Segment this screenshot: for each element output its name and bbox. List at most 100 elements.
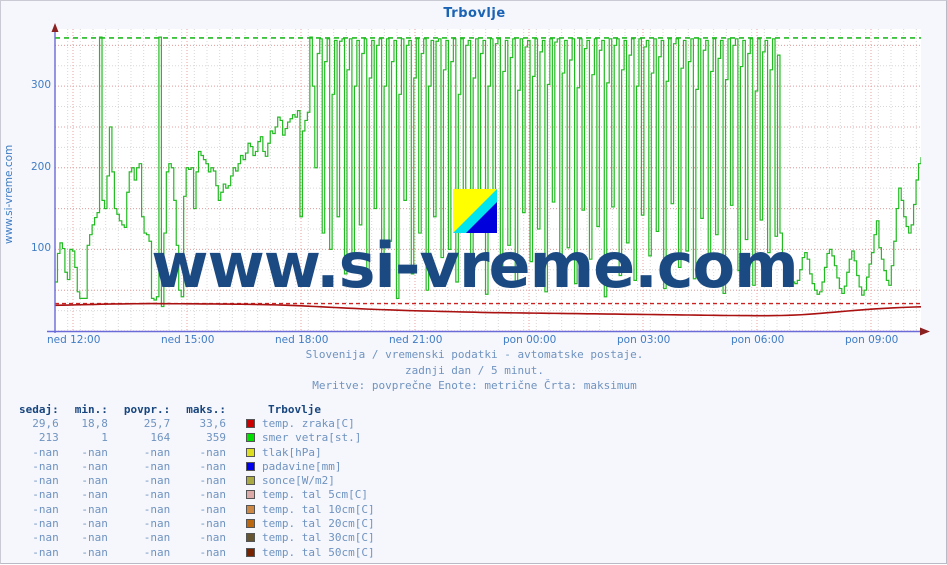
legend-label: temp. tal 30cm[C] [261,531,375,545]
y-tick-label: 300 [30,79,51,92]
cell-sedaj: -nan [32,445,59,459]
legend-color-swatch [245,533,255,543]
cell-sedaj: -nan [32,474,59,488]
legend-color-swatch [245,504,255,514]
table-row: -nan -nan -nan -nan temp. tal 50cm[C] [19,545,375,559]
cell-min: 1 [101,431,108,445]
cell-povpr: -nan [143,459,171,473]
chart-svg [55,29,921,331]
legend-entry: temp. tal 30cm[C] [242,531,375,545]
header-min: min.: [74,402,108,416]
x-tick-label: ned 12:00 [47,334,101,346]
legend-color-swatch [245,519,255,529]
legend-entry: temp. zraka[C] [242,416,375,430]
cell-maks: -nan [199,517,226,531]
cell-maks: -nan [199,459,226,473]
legend-label: tlak[hPa] [261,445,322,459]
cell-povpr: -nan [143,488,171,502]
page-title: Trbovlje [443,6,506,21]
table-row: 29,6 18,8 25,7 33,6 temp. zraka[C] [19,416,375,430]
header-station: Trbovlje [267,402,321,416]
legend-entry: smer vetra[st.] [242,431,375,445]
cell-sedaj: 213 [38,431,59,445]
cell-min: -nan [81,531,108,545]
legend-entry: temp. tal 5cm[C] [242,488,375,502]
table-row: -nan -nan -nan -nan temp. tal 5cm[C] [19,488,375,502]
legend-color-swatch [245,433,255,443]
legend-entry: padavine[mm] [242,459,375,473]
legend-entry: sonce[W/m2] [242,473,375,487]
table-row: 213 1 164 359 smer vetra[st.] [19,431,375,445]
cell-maks: -nan [199,502,226,516]
caption-line-3: Meritve: povprečne Enote: metrične Črta:… [312,379,637,392]
cell-maks: -nan [199,545,226,559]
cell-sedaj: -nan [32,459,59,473]
cell-povpr: -nan [143,517,171,531]
cell-sedaj: -nan [32,488,59,502]
x-tick-label: ned 21:00 [389,334,443,346]
cell-povpr: -nan [143,502,171,516]
cell-sedaj: -nan [32,517,59,531]
table-row: -nan -nan -nan -nan padavine[mm] [19,459,375,473]
cell-min: -nan [81,502,108,516]
cell-povpr: -nan [143,445,171,459]
legend-entry: temp. tal 50cm[C] [242,545,375,559]
table-row: -nan -nan -nan -nan temp. tal 10cm[C] [19,502,375,516]
table-row: -nan -nan -nan -nan temp. tal 20cm[C] [19,516,375,531]
caption-line-2: zadnji dan / 5 minut. [404,363,545,377]
cell-min: -nan [81,474,108,488]
x-tick-label: pon 00:00 [503,334,557,346]
cell-sedaj: -nan [32,531,59,545]
legend-label: smer vetra[st.] [261,431,362,445]
header-maks: maks.: [186,402,226,416]
cell-min: -nan [81,545,108,559]
cell-min: -nan [81,488,108,502]
x-tick-label: pon 03:00 [617,334,671,346]
legend-entry: temp. tal 10cm[C] [242,502,375,516]
x-tick-label: pon 09:00 [845,334,899,346]
cell-min: -nan [81,459,108,473]
y-axis-labels: 100 200 300 [9,29,51,331]
cell-maks: 359 [206,431,226,445]
cell-povpr: 25,7 [143,416,171,430]
cell-sedaj: -nan [32,502,59,516]
cell-maks: 33,6 [199,416,226,430]
header-povpr: povpr.: [123,402,171,416]
legend-label: padavine[mm] [261,459,342,473]
y-tick-label: 200 [30,160,51,173]
legend-label: temp. tal 5cm[C] [261,488,368,502]
table-header-row: sedaj: min.: povpr.: maks.: Trbovlje [19,402,375,416]
chart-caption: Slovenija / vremenski podatki - avtomats… [1,347,947,394]
header-sedaj: sedaj: [19,402,59,416]
cell-povpr: -nan [143,545,171,559]
legend-color-swatch [245,418,255,428]
table-row: -nan -nan -nan -nan temp. tal 30cm[C] [19,531,375,545]
legend-label: sonce[W/m2] [261,474,335,488]
cell-maks: -nan [199,445,226,459]
legend-color-swatch [245,476,255,486]
cell-min: -nan [81,445,108,459]
cell-maks: -nan [199,488,226,502]
legend-label: temp. tal 20cm[C] [261,517,375,531]
cell-povpr: 164 [150,431,171,445]
legend-color-swatch [245,490,255,500]
cell-maks: -nan [199,531,226,545]
legend-color-swatch [245,461,255,471]
legend-label: temp. zraka[C] [261,416,355,430]
statistics-table: sedaj: min.: povpr.: maks.: Trbovlje 29,… [19,402,375,559]
legend-entry: temp. tal 20cm[C] [242,516,375,530]
cell-povpr: -nan [143,474,171,488]
cell-sedaj: 29,6 [32,416,59,430]
legend-label: temp. tal 10cm[C] [261,502,375,516]
legend-color-swatch [245,447,255,457]
plot-area [55,29,921,331]
legend-label: temp. tal 50cm[C] [261,545,375,559]
y-tick-label: 100 [30,242,51,255]
legend-entry: tlak[hPa] [242,445,375,459]
legend-color-swatch [245,547,255,557]
x-tick-label: ned 18:00 [275,334,329,346]
cell-maks: -nan [199,474,226,488]
table-row: -nan -nan -nan -nan tlak[hPa] [19,445,375,459]
x-tick-label: ned 15:00 [161,334,215,346]
cell-sedaj: -nan [32,545,59,559]
